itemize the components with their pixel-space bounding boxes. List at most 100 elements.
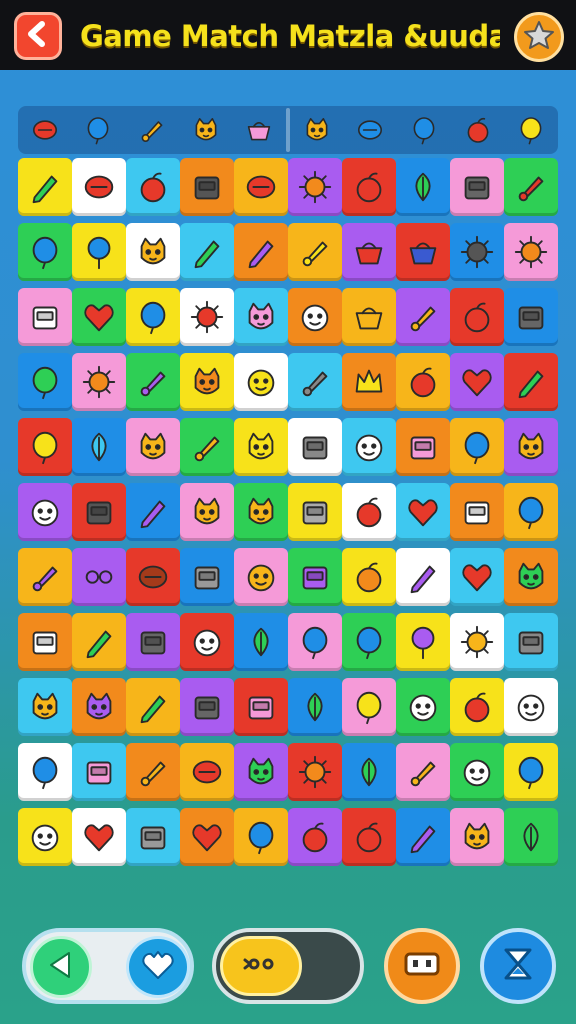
- board-tile[interactable]: [72, 678, 126, 736]
- board-tile[interactable]: [342, 158, 396, 216]
- board-tile[interactable]: [342, 548, 396, 606]
- board-tile[interactable]: [18, 353, 72, 411]
- board-tile[interactable]: [342, 743, 396, 801]
- menu-button[interactable]: [384, 928, 460, 1004]
- board-tile[interactable]: [72, 418, 126, 476]
- board-tile[interactable]: [180, 678, 234, 736]
- board-tile[interactable]: [342, 678, 396, 736]
- board-tile[interactable]: [450, 223, 504, 281]
- board-tile[interactable]: [126, 548, 180, 606]
- board-tile[interactable]: [288, 743, 342, 801]
- board-tile[interactable]: [180, 353, 234, 411]
- board-tile[interactable]: [396, 288, 450, 346]
- board-tile[interactable]: [126, 678, 180, 736]
- board-tile[interactable]: [342, 353, 396, 411]
- board-tile[interactable]: [18, 223, 72, 281]
- board-tile[interactable]: [396, 613, 450, 671]
- back-button[interactable]: [14, 12, 62, 60]
- board-tile[interactable]: [288, 418, 342, 476]
- board-tile[interactable]: [180, 158, 234, 216]
- board-tile[interactable]: [180, 418, 234, 476]
- board-tile[interactable]: [180, 288, 234, 346]
- board-tile[interactable]: [288, 223, 342, 281]
- board-tile[interactable]: [504, 548, 558, 606]
- board-tile[interactable]: [288, 353, 342, 411]
- board-tile[interactable]: [342, 223, 396, 281]
- board-tile[interactable]: [504, 353, 558, 411]
- board-tile[interactable]: [234, 418, 288, 476]
- board-tile[interactable]: [72, 483, 126, 541]
- board-tile[interactable]: [288, 613, 342, 671]
- board-tile[interactable]: [180, 483, 234, 541]
- board-tile[interactable]: [288, 678, 342, 736]
- board-tile[interactable]: [18, 288, 72, 346]
- board-tile[interactable]: [234, 743, 288, 801]
- board-tile[interactable]: [234, 808, 288, 866]
- board-tile[interactable]: [72, 223, 126, 281]
- toggle-knob[interactable]: [220, 936, 302, 996]
- board-tile[interactable]: [72, 743, 126, 801]
- board-tile[interactable]: [504, 418, 558, 476]
- board-tile[interactable]: [288, 548, 342, 606]
- board-tile[interactable]: [504, 158, 558, 216]
- board-tile[interactable]: [18, 808, 72, 866]
- board-tile[interactable]: [126, 743, 180, 801]
- board-tile[interactable]: [180, 223, 234, 281]
- board-tile[interactable]: [72, 548, 126, 606]
- board-tile[interactable]: [450, 808, 504, 866]
- board-tile[interactable]: [396, 678, 450, 736]
- board-tile[interactable]: [180, 743, 234, 801]
- board-tile[interactable]: [504, 808, 558, 866]
- board-tile[interactable]: [504, 223, 558, 281]
- board-tile[interactable]: [450, 483, 504, 541]
- board-tile[interactable]: [18, 483, 72, 541]
- board-tile[interactable]: [18, 678, 72, 736]
- board-tile[interactable]: [450, 678, 504, 736]
- board-tile[interactable]: [342, 418, 396, 476]
- board-tile[interactable]: [450, 613, 504, 671]
- board-tile[interactable]: [18, 743, 72, 801]
- board-tile[interactable]: [396, 808, 450, 866]
- board-tile[interactable]: [234, 223, 288, 281]
- board-tile[interactable]: [126, 418, 180, 476]
- board-tile[interactable]: [234, 353, 288, 411]
- board-tile[interactable]: [180, 808, 234, 866]
- board-tile[interactable]: [504, 613, 558, 671]
- board-tile[interactable]: [72, 353, 126, 411]
- board-tile[interactable]: [72, 808, 126, 866]
- board-tile[interactable]: [342, 613, 396, 671]
- board-tile[interactable]: [234, 158, 288, 216]
- favorite-button[interactable]: [514, 12, 564, 62]
- board-tile[interactable]: [450, 158, 504, 216]
- board-tile[interactable]: [18, 158, 72, 216]
- board-tile[interactable]: [396, 353, 450, 411]
- board-tile[interactable]: [504, 483, 558, 541]
- board-tile[interactable]: [504, 288, 558, 346]
- board-tile[interactable]: [234, 548, 288, 606]
- board-tile[interactable]: [126, 483, 180, 541]
- board-tile[interactable]: [234, 483, 288, 541]
- board-tile[interactable]: [396, 743, 450, 801]
- board-tile[interactable]: [288, 808, 342, 866]
- board-tile[interactable]: [450, 288, 504, 346]
- board-tile[interactable]: [396, 158, 450, 216]
- board-tile[interactable]: [504, 678, 558, 736]
- board-tile[interactable]: [396, 483, 450, 541]
- board-tile[interactable]: [450, 743, 504, 801]
- board-tile[interactable]: [126, 288, 180, 346]
- board-tile[interactable]: [126, 158, 180, 216]
- board-tile[interactable]: [126, 223, 180, 281]
- board-tile[interactable]: [396, 548, 450, 606]
- board-tile[interactable]: [234, 613, 288, 671]
- board-tile[interactable]: [342, 808, 396, 866]
- board-tile[interactable]: [234, 288, 288, 346]
- previous-button[interactable]: [30, 936, 92, 998]
- board-tile[interactable]: [72, 288, 126, 346]
- timer-button[interactable]: [480, 928, 556, 1004]
- board-tile[interactable]: [288, 158, 342, 216]
- board-tile[interactable]: [288, 288, 342, 346]
- board-tile[interactable]: [342, 288, 396, 346]
- board-tile[interactable]: [396, 418, 450, 476]
- board-tile[interactable]: [72, 158, 126, 216]
- board-tile[interactable]: [342, 483, 396, 541]
